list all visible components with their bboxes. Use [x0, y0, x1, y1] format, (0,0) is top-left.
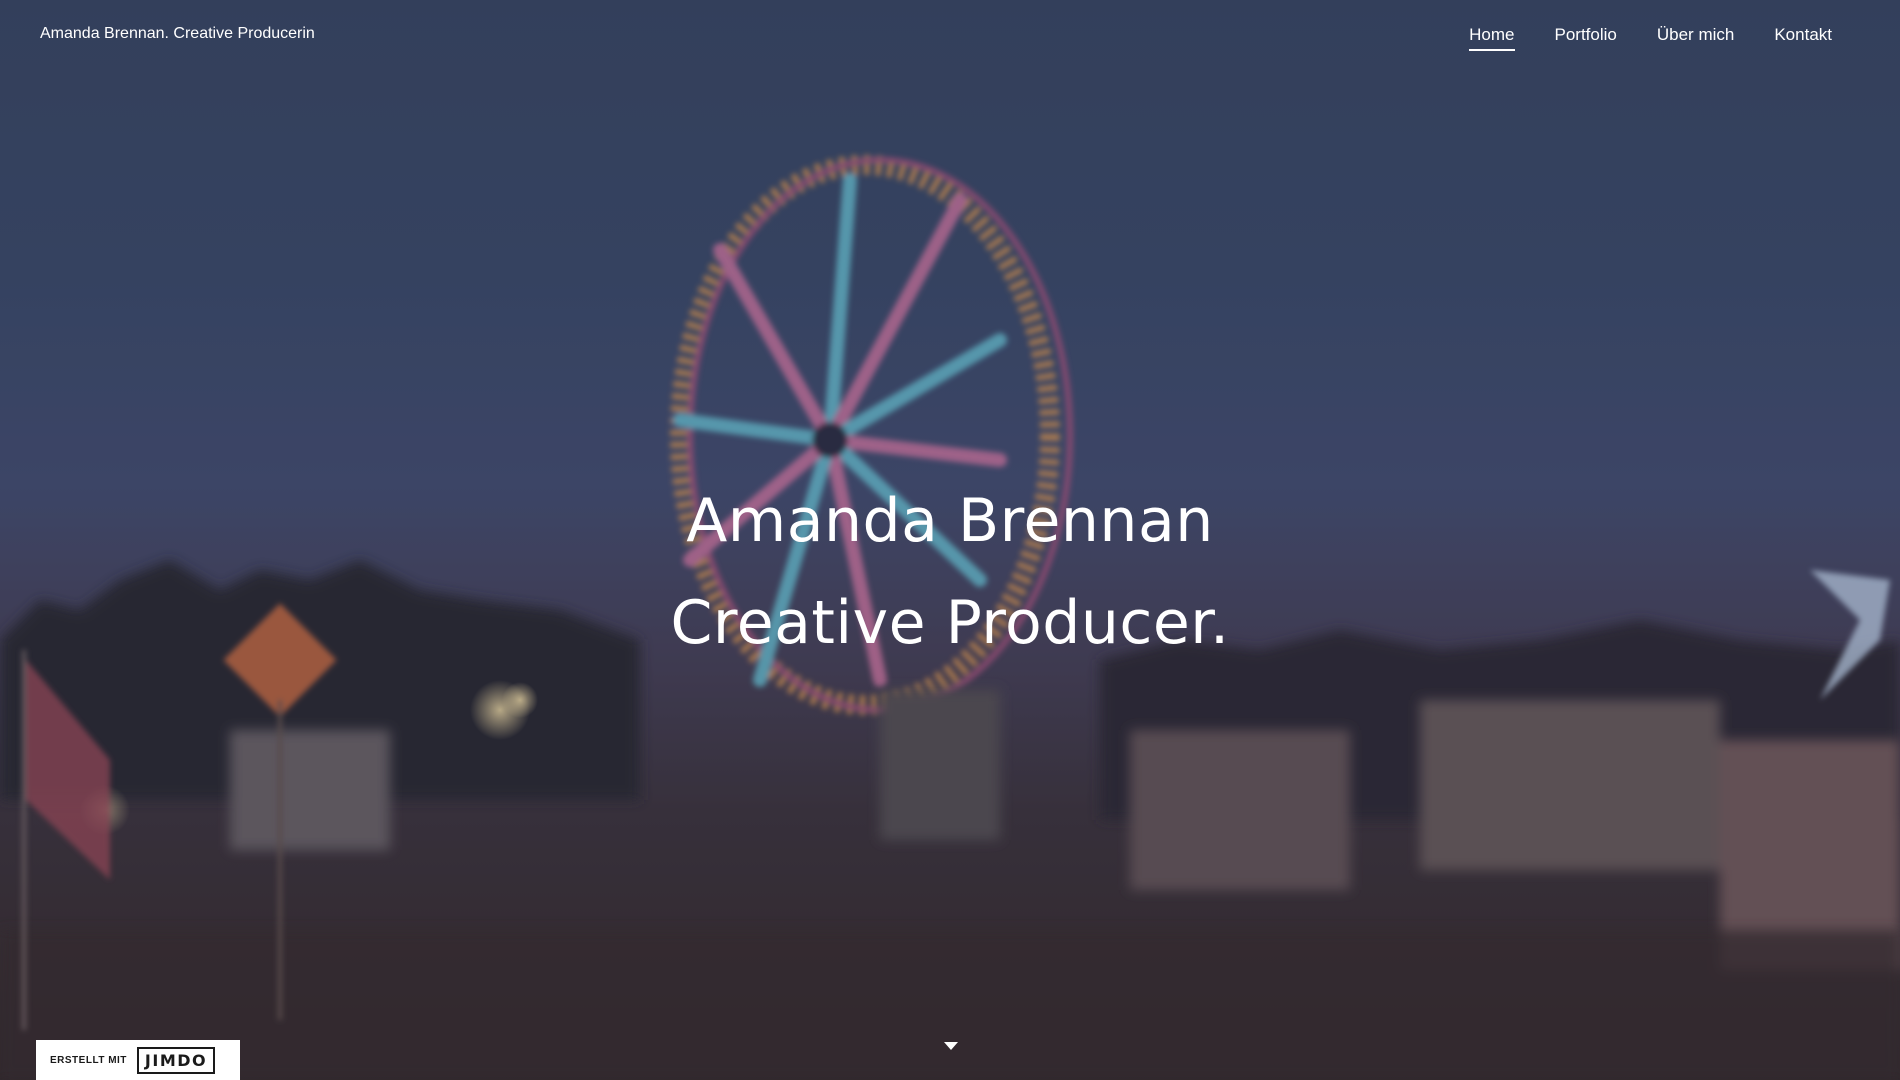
nav-item-portfolio[interactable]: Portfolio	[1555, 25, 1617, 51]
main-nav: Home Portfolio Über mich Kontakt	[1469, 25, 1832, 51]
hero-subtitle: Creative Producer.	[670, 588, 1230, 658]
site-header: Amanda Brennan. Creative Producerin Home…	[0, 0, 1900, 70]
site-title[interactable]: Amanda Brennan. Creative Producerin	[40, 25, 315, 43]
jimdo-badge[interactable]: ERSTELLT MIT JIMDO	[36, 1040, 240, 1080]
jimdo-logo: JIMDO	[136, 1046, 216, 1074]
nav-item-kontakt[interactable]: Kontakt	[1774, 25, 1832, 51]
nav-item-home[interactable]: Home	[1469, 25, 1515, 51]
chevron-down-icon[interactable]	[944, 1042, 958, 1050]
page: Amanda Brennan. Creative Producerin Home…	[0, 0, 1900, 1080]
hero-section: Amanda Brennan Creative Producer.	[0, 470, 1900, 674]
badge-prefix: ERSTELLT MIT	[50, 1054, 127, 1066]
nav-item-ueber-mich[interactable]: Über mich	[1657, 25, 1734, 51]
hero-title: Amanda Brennan	[686, 486, 1214, 556]
